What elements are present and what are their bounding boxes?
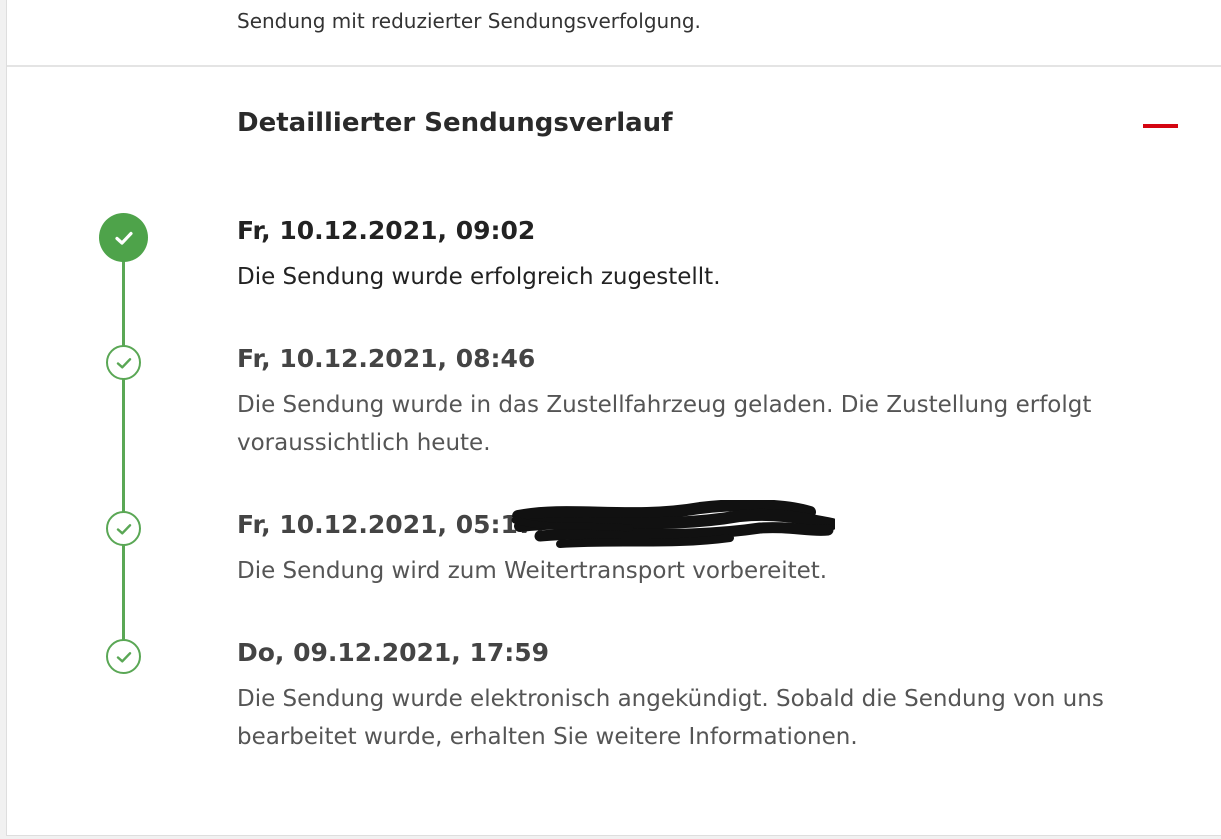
event-description: Die Sendung wurde in das Zustellfahrzeug… xyxy=(237,392,1092,456)
check-filled-icon xyxy=(99,213,148,262)
check-outline-icon xyxy=(106,511,141,546)
event-description: Die Sendung wird zum Weitertransport vor… xyxy=(237,558,828,584)
check-outline-icon xyxy=(106,639,141,674)
event-timestamp: Fr, 10.12.2021, 09:02 xyxy=(237,216,536,245)
section-divider xyxy=(7,65,1221,67)
timeline-event: Do, 09.12.2021, 17:59 Die Sendung wurde … xyxy=(237,638,1177,756)
event-timestamp: Fr, 10.12.2021, 08:46 xyxy=(237,344,536,373)
timeline-event: Fr, 10.12.2021, 08:46 Die Sendung wurde … xyxy=(237,344,1177,462)
tracking-card: Sendung mit reduzierter Sendungsverfolgu… xyxy=(6,0,1221,836)
redaction-scribble xyxy=(511,500,835,548)
minus-icon xyxy=(1143,124,1178,128)
timeline-line xyxy=(122,250,125,645)
section-title: Detaillierter Sendungsverlauf xyxy=(237,108,673,138)
event-description: Die Sendung wurde elektronisch angekündi… xyxy=(237,686,1104,750)
check-outline-icon xyxy=(106,345,141,380)
event-description: Die Sendung wurde erfolgreich zugestellt… xyxy=(237,264,721,290)
event-timestamp: Do, 09.12.2021, 17:59 xyxy=(237,638,550,667)
tracking-note: Sendung mit reduzierter Sendungsverfolgu… xyxy=(237,9,701,33)
collapse-button[interactable] xyxy=(1137,112,1181,142)
timeline-event: Fr, 10.12.2021, 09:02 Die Sendung wurde … xyxy=(237,216,1177,296)
